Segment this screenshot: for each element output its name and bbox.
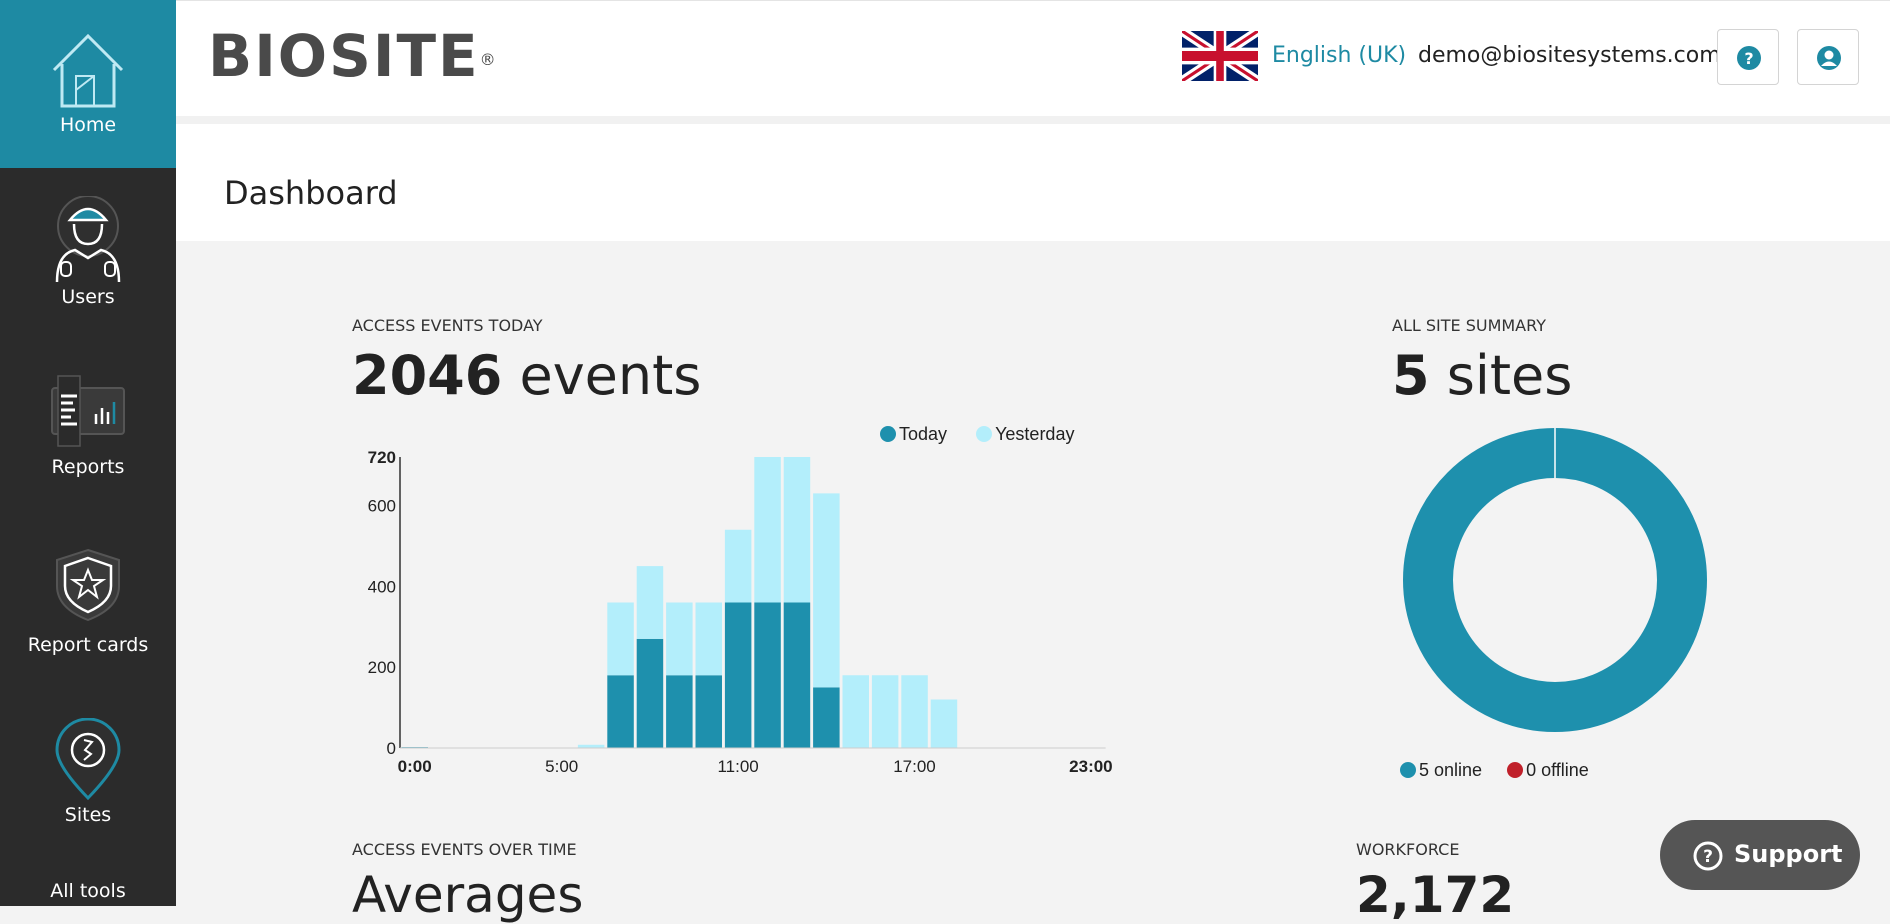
help-button[interactable]: ?	[1717, 29, 1779, 85]
bar-yesterday	[901, 675, 928, 748]
house-icon	[52, 33, 124, 108]
bar-yesterday	[607, 602, 634, 676]
donut-legend: 5 online 0 offline	[1400, 760, 1589, 781]
legend-item-yesterday[interactable]: Yesterday	[976, 424, 1074, 444]
site-count-number: 5	[1392, 344, 1430, 407]
legend-label-today: Today	[899, 424, 948, 444]
bar-yesterday	[871, 675, 899, 748]
access-over-time-value: Averages	[352, 866, 584, 924]
legend-swatch-offline	[1507, 762, 1524, 778]
sidebar-item-label: Users	[61, 286, 115, 308]
x-tick-label: 23:00	[1069, 757, 1112, 776]
sidebar-item-label: All tools	[50, 880, 126, 902]
sidebar-item-label: Sites	[64, 804, 112, 826]
legend-swatch-today	[880, 426, 896, 442]
workforce-label: WORKFORCE	[1356, 840, 1460, 859]
legend-swatch-online	[1400, 762, 1416, 778]
bar-today	[666, 675, 693, 748]
sidebar-item-reports[interactable]: Reports	[0, 374, 176, 486]
report-icon	[51, 375, 125, 447]
bar-yesterday	[636, 566, 664, 639]
header: BIOSITE® English (UK) demo@biositesystem…	[176, 0, 1890, 116]
sidebar-item-label: Report cards	[27, 634, 149, 656]
access-today-count: 2046 events	[352, 344, 701, 407]
bar-today	[754, 602, 781, 748]
support-button[interactable]: ? Support	[1660, 820, 1860, 890]
bar-today	[695, 675, 722, 748]
sidebar-item-users[interactable]: Users	[0, 196, 176, 326]
legend-label-online: 5 online	[1419, 760, 1483, 780]
svg-text:?: ?	[1744, 49, 1753, 68]
sidebar-item-label: Home	[59, 114, 117, 136]
sidebar: Home Users Reports Report cards Sites Al…	[0, 0, 176, 906]
chart-legend: Today Yesterday	[880, 424, 1074, 445]
bar-yesterday	[813, 493, 840, 688]
account-button[interactable]	[1797, 29, 1859, 85]
sidebar-item-label: Reports	[51, 456, 125, 478]
bar-today	[724, 602, 752, 748]
access-events-bar-chart: 0 200 400 600 720 0:00 5:00 11:00 17:00 23:00	[368, 448, 1113, 776]
bar-yesterday	[666, 602, 693, 676]
sidebar-item-sites[interactable]: Sites	[0, 718, 176, 830]
bar-today	[813, 687, 840, 748]
access-today-label: ACCESS EVENTS TODAY	[352, 316, 543, 335]
bar-yesterday	[930, 699, 958, 748]
site-summary-count: 5 sites	[1392, 344, 1572, 407]
help-circle-icon: ?	[1693, 841, 1723, 871]
site-count-unit: sites	[1446, 344, 1573, 407]
donut-slice-online	[1403, 428, 1707, 732]
bar-today	[636, 638, 664, 748]
y-tick-label: 720	[368, 448, 396, 467]
y-tick-label: 200	[368, 658, 396, 677]
map-pin-icon	[55, 718, 121, 800]
access-over-time-label: ACCESS EVENTS OVER TIME	[352, 840, 577, 859]
page-title-bar: Dashboard	[176, 124, 1890, 241]
legend-item-offline[interactable]: 0 offline	[1507, 760, 1589, 780]
sidebar-item-home[interactable]: Home	[0, 0, 176, 168]
bar-yesterday	[754, 457, 781, 603]
uk-flag-icon[interactable]	[1182, 31, 1258, 81]
x-tick-label: 11:00	[717, 757, 758, 776]
access-today-number: 2046	[352, 344, 503, 407]
biosite-logo[interactable]: BIOSITE®	[208, 27, 498, 85]
x-tick-label: 5:00	[545, 757, 578, 776]
help-icon: ?	[1737, 46, 1761, 70]
bar-today	[607, 675, 634, 748]
legend-swatch-yesterday	[976, 426, 993, 442]
y-tick-label: 0	[387, 739, 396, 758]
support-label: Support	[1734, 840, 1843, 868]
legend-item-online[interactable]: 5 online	[1400, 760, 1482, 780]
page-title: Dashboard	[224, 174, 398, 212]
workforce-value: 2,172	[1356, 866, 1515, 924]
bar-yesterday	[783, 457, 811, 603]
site-status-donut-chart	[1403, 428, 1707, 732]
y-tick-label: 400	[368, 577, 396, 596]
legend-label-offline: 0 offline	[1526, 760, 1589, 780]
x-tick-label: 17:00	[893, 757, 936, 776]
site-summary-label: ALL SITE SUMMARY	[1392, 316, 1546, 335]
bar-today	[783, 602, 811, 748]
sidebar-item-all-tools[interactable]: All tools	[0, 880, 176, 906]
svg-text:?: ?	[1703, 847, 1713, 867]
shield-star-icon	[56, 548, 120, 622]
legend-item-today[interactable]: Today	[880, 424, 947, 444]
bar-yesterday	[842, 675, 869, 748]
bar-yesterday	[695, 602, 722, 676]
bar-yesterday	[724, 529, 752, 603]
user-email: demo@biositesystems.com	[1418, 43, 1721, 68]
legend-label-yesterday: Yesterday	[995, 424, 1075, 444]
language-selector[interactable]: English (UK)	[1272, 43, 1406, 68]
worker-icon	[55, 196, 121, 283]
header-divider	[176, 116, 1890, 124]
sidebar-item-report-cards[interactable]: Report cards	[0, 548, 176, 660]
account-icon	[1817, 46, 1841, 70]
x-tick-label: 0:00	[398, 757, 432, 776]
y-tick-label: 600	[368, 497, 396, 516]
access-today-unit: events	[519, 344, 702, 407]
